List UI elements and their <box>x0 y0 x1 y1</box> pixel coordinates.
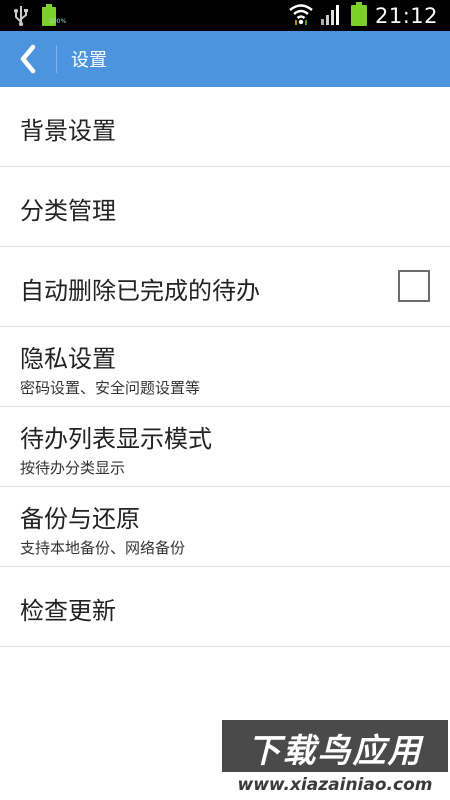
settings-list: 背景设置 分类管理 自动删除已完成的待办 隐私设置 密码设置、安全问题设置等 待… <box>0 87 450 647</box>
setting-subtitle: 按待办分类显示 <box>20 459 126 477</box>
setting-category-management[interactable]: 分类管理 <box>0 167 450 247</box>
setting-title: 分类管理 <box>20 197 116 225</box>
setting-title: 备份与还原 <box>20 505 140 533</box>
setting-backup-restore[interactable]: 备份与还原 支持本地备份、网络备份 <box>0 487 450 567</box>
setting-title: 待办列表显示模式 <box>20 425 212 453</box>
setting-subtitle: 密码设置、安全问题设置等 <box>20 379 201 397</box>
battery-full-icon <box>42 4 56 30</box>
page-title: 设置 <box>71 50 107 71</box>
usb-icon <box>14 4 28 30</box>
watermark-logo: 下载鸟应用 www.xiazainiao.com <box>222 720 448 798</box>
chevron-left-icon[interactable] <box>18 44 38 74</box>
setting-subtitle: 支持本地备份、网络备份 <box>20 539 186 557</box>
setting-display-mode[interactable]: 待办列表显示模式 按待办分类显示 <box>0 407 450 487</box>
setting-title: 隐私设置 <box>20 345 116 373</box>
setting-background[interactable]: 背景设置 <box>0 87 450 167</box>
setting-privacy[interactable]: 隐私设置 密码设置、安全问题设置等 <box>0 327 450 407</box>
wifi-icon <box>289 2 313 30</box>
setting-title: 自动删除已完成的待办 <box>20 277 260 305</box>
status-clock: 21:12 <box>374 3 438 28</box>
watermark-url: www.xiazainiao.com <box>222 772 448 798</box>
watermark-text: 下载鸟应用 <box>247 731 423 770</box>
setting-title: 背景设置 <box>20 117 116 145</box>
auto-delete-checkbox[interactable] <box>398 270 430 302</box>
app-bar: 设置 <box>0 31 450 87</box>
status-bar: 100% 21:12 <box>0 0 450 31</box>
setting-auto-delete[interactable]: 自动删除已完成的待办 <box>0 247 450 327</box>
signal-icon <box>320 3 343 29</box>
battery-percent-label: 100% <box>49 18 67 25</box>
setting-title: 检查更新 <box>20 597 116 625</box>
app-bar-divider <box>56 45 57 73</box>
setting-check-update[interactable]: 检查更新 <box>0 567 450 647</box>
battery-charging-icon <box>350 1 367 30</box>
